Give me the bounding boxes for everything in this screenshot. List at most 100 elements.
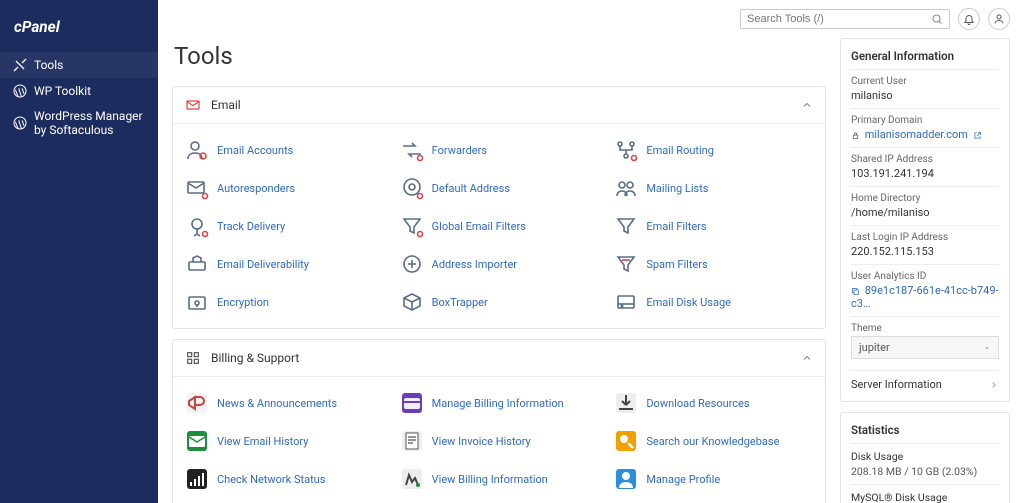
tool-label: Search our Knowledgebase — [646, 435, 779, 448]
global-email-filters-icon — [400, 214, 424, 238]
server-information-link[interactable]: Server Information — [851, 370, 999, 391]
mailing-lists-icon — [614, 176, 638, 200]
tool-forwarders[interactable]: Forwarders — [394, 134, 605, 166]
tool-label: Mailing Lists — [646, 182, 708, 195]
email-accounts-icon — [185, 138, 209, 162]
tool-boxtrapper[interactable]: BoxTrapper — [394, 286, 605, 318]
panel-general-info: General Information Current User milanis… — [840, 38, 1010, 402]
main: Tools Email Email AccountsForwardersEmai… — [158, 0, 1024, 503]
boxtrapper-icon — [400, 290, 424, 314]
tool-view-invoice-history[interactable]: View Invoice History — [394, 425, 605, 457]
search-input[interactable] — [747, 13, 931, 25]
chevron-right-icon — [989, 380, 999, 390]
check-network-status-icon — [185, 467, 209, 491]
sidebar-item-wp-toolkit[interactable]: WP Toolkit — [0, 78, 158, 104]
tool-encryption[interactable]: Encryption — [179, 286, 390, 318]
email-filters-icon — [614, 214, 638, 238]
manage-profile-icon — [614, 467, 638, 491]
user-menu-button[interactable] — [988, 8, 1010, 30]
search-icon — [931, 13, 943, 25]
tool-manage-profile[interactable]: Manage Profile — [608, 463, 819, 495]
download-resources-icon — [614, 391, 638, 415]
spam-filters-icon — [614, 252, 638, 276]
tool-email-filters[interactable]: Email Filters — [608, 210, 819, 242]
panel-title: General Information — [851, 49, 999, 63]
grid-icon — [185, 350, 201, 366]
tool-label: Address Importer — [432, 258, 517, 271]
theme-value: jupiter — [859, 341, 890, 354]
info-last-login-ip: Last Login IP Address 220.152.115.153 — [851, 225, 999, 264]
info-value-link[interactable]: 89e1c187-661e-41cc-b749-c3… — [851, 284, 999, 310]
sidebar-item-tools[interactable]: Tools — [0, 52, 158, 78]
tool-manage-billing-information[interactable]: Manage Billing Information — [394, 387, 605, 419]
tool-view-billing-information[interactable]: View Billing Information — [394, 463, 605, 495]
tool-default-address[interactable]: Default Address — [394, 172, 605, 204]
tool-global-email-filters[interactable]: Global Email Filters — [394, 210, 605, 242]
info-label: User Analytics ID — [851, 271, 999, 282]
tool-spam-filters[interactable]: Spam Filters — [608, 248, 819, 280]
info-current-user: Current User milaniso — [851, 69, 999, 108]
tool-view-email-history[interactable]: View Email History — [179, 425, 390, 457]
tool-email-routing[interactable]: Email Routing — [608, 134, 819, 166]
tool-address-importer[interactable]: Address Importer — [394, 248, 605, 280]
forwarders-icon — [400, 138, 424, 162]
theme-select[interactable]: jupiter — [851, 336, 999, 359]
address-importer-icon — [400, 252, 424, 276]
sidebar-item-wp-manager[interactable]: WordPress Manager by Softaculous — [0, 104, 158, 142]
tool-label: Email Disk Usage — [646, 296, 731, 309]
info-value: 220.152.115.153 — [851, 245, 999, 258]
tool-label: Manage Profile — [646, 473, 720, 486]
tool-check-network-status[interactable]: Check Network Status — [179, 463, 390, 495]
envelope-icon — [185, 97, 201, 113]
info-value-link[interactable]: milanisomadder.com — [851, 128, 999, 141]
info-label: Current User — [851, 76, 999, 87]
search-input-wrapper[interactable] — [740, 9, 950, 29]
panel-title: Statistics — [851, 423, 999, 437]
info-value: /home/milaniso — [851, 206, 999, 219]
tool-label: News & Announcements — [217, 397, 337, 410]
tool-label: Default Address — [432, 182, 510, 195]
card-email: Email Email AccountsForwardersEmail Rout… — [172, 86, 826, 329]
tool-email-disk-usage[interactable]: Email Disk Usage — [608, 286, 819, 318]
card-billing: Billing & Support News & Announcements Ma… — [172, 339, 826, 503]
chevron-up-icon[interactable] — [801, 99, 813, 111]
cpanel-logo[interactable]: cPanel — [0, 10, 158, 52]
info-user-analytics: User Analytics ID 89e1c187-661e-41cc-b74… — [851, 264, 999, 316]
default-address-icon — [400, 176, 424, 200]
card-header-billing[interactable]: Billing & Support — [173, 340, 825, 377]
info-label: Home Directory — [851, 193, 999, 204]
tool-label: Autoresponders — [217, 182, 295, 195]
tool-label: View Invoice History — [432, 435, 531, 448]
wrench-crossed-icon — [12, 57, 28, 73]
tool-news-announcements[interactable]: News & Announcements — [179, 387, 390, 419]
tool-mailing-lists[interactable]: Mailing Lists — [608, 172, 819, 204]
view-billing-information-icon — [400, 467, 424, 491]
external-link-icon — [973, 131, 982, 140]
info-home-dir: Home Directory /home/milaniso — [851, 186, 999, 225]
info-primary-domain: Primary Domain milanisomadder.com — [851, 108, 999, 147]
tool-autoresponders[interactable]: Autoresponders — [179, 172, 390, 204]
news-announcements-icon — [185, 391, 209, 415]
tool-track-delivery[interactable]: Track Delivery — [179, 210, 390, 242]
email-disk-usage-icon — [614, 290, 638, 314]
email-deliverability-icon — [185, 252, 209, 276]
info-label: Shared IP Address — [851, 154, 999, 165]
stat-disk-usage: Disk Usage 208.18 MB / 10 GB (2.03%) — [851, 443, 999, 484]
svg-text:cPanel: cPanel — [14, 18, 61, 36]
tool-label: Email Deliverability — [217, 258, 309, 271]
tool-email-deliverability[interactable]: Email Deliverability — [179, 248, 390, 280]
copy-icon — [851, 287, 860, 296]
card-body-email: Email AccountsForwardersEmail Routing Aut… — [173, 124, 825, 328]
tool-search-our-knowledgebase[interactable]: Search our Knowledgebase — [608, 425, 819, 457]
tool-email-accounts[interactable]: Email Accounts — [179, 134, 390, 166]
right-column: General Information Current User milanis… — [840, 38, 1010, 493]
tool-download-resources[interactable]: Download Resources — [608, 387, 819, 419]
tool-label: Check Network Status — [217, 473, 325, 486]
left-column: Tools Email Email AccountsForwardersEmai… — [172, 38, 826, 493]
notifications-button[interactable] — [958, 8, 980, 30]
chevron-up-icon[interactable] — [801, 352, 813, 364]
card-header-email[interactable]: Email — [173, 87, 825, 124]
caret-down-icon — [983, 344, 991, 352]
analytics-id-text: 89e1c187-661e-41cc-b749-c3… — [851, 284, 999, 310]
tool-label: Spam Filters — [646, 258, 707, 271]
